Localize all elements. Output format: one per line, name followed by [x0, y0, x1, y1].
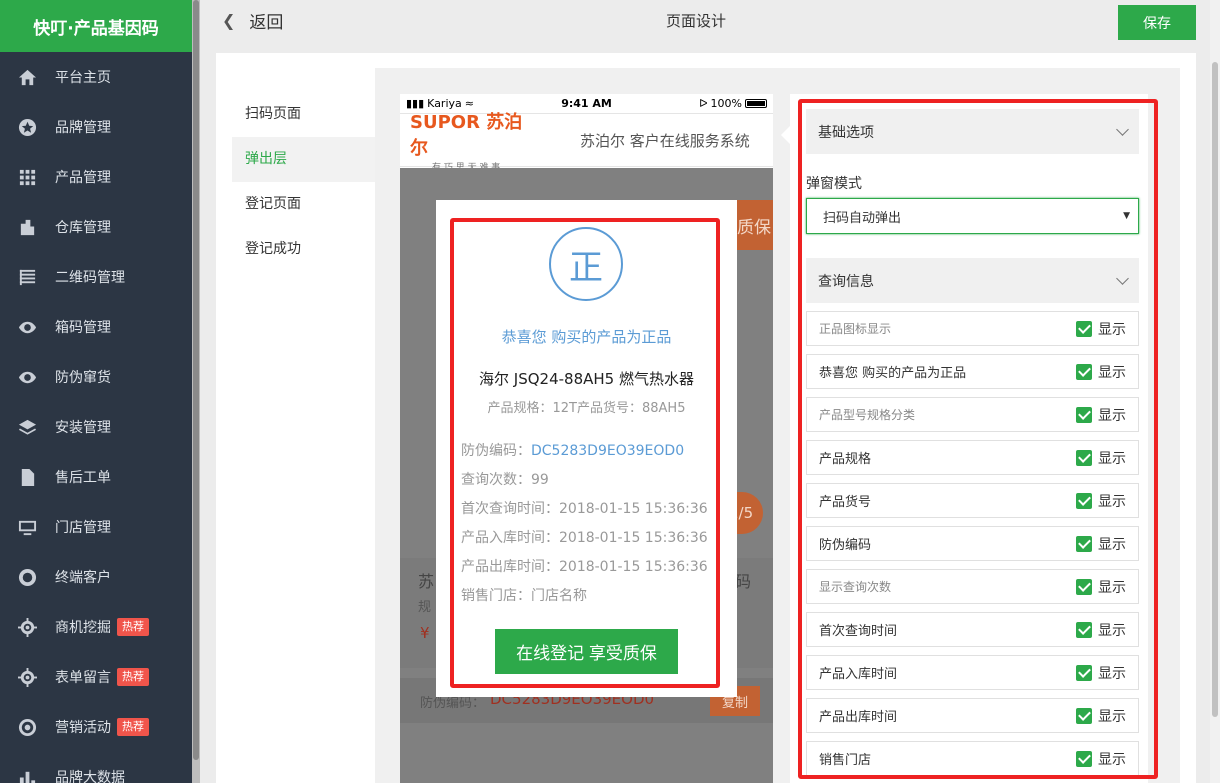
sidebar-item-label: 终端客户	[55, 570, 111, 586]
logo-main: SUPOR 苏泊尔	[410, 111, 523, 159]
document-icon	[17, 467, 37, 487]
brand-logo[interactable]: 快叮·产品基因码	[0, 0, 192, 52]
bg-warranty-button: 质保	[737, 200, 773, 250]
sidebar-item-label: 品牌大数据	[55, 770, 125, 783]
save-button[interactable]: 保存	[1118, 5, 1196, 40]
sidebar-item[interactable]: 安装管理	[0, 402, 192, 452]
battery: ᐅ 100%	[699, 97, 767, 110]
bg-warranty-label: 质保	[737, 217, 771, 238]
panel-highlight-box	[798, 99, 1158, 779]
star-icon	[17, 117, 37, 137]
sidebar-scrollbar-thumb[interactable]	[193, 0, 199, 760]
sidebar-item-label: 售后工单	[55, 470, 111, 486]
sidebar-scrollbar[interactable]	[192, 0, 200, 783]
back-label: 返回	[249, 13, 284, 33]
sidebar-item[interactable]: 售后工单	[0, 452, 192, 502]
globe-icon	[17, 567, 37, 587]
page-title: 页面设计	[666, 12, 727, 30]
subnav-item[interactable]: 登记成功	[232, 227, 375, 272]
bg-card-title: 苏	[418, 572, 435, 591]
subnav-item[interactable]: 扫码页面	[232, 92, 375, 137]
sidebar-item[interactable]: 二维码管理	[0, 252, 192, 302]
page-scrollbar-thumb[interactable]	[1212, 62, 1218, 717]
home-icon	[17, 67, 37, 87]
building-icon	[17, 217, 37, 237]
sidebar-item[interactable]: 营销活动 热荐	[0, 702, 192, 752]
sidebar-item-label: 表单留言	[55, 670, 111, 686]
subnav-item[interactable]: 弹出层	[232, 137, 375, 182]
sidebar-item-label: 平台主页	[55, 70, 111, 86]
sidebar-item-label: 二维码管理	[55, 270, 125, 286]
hot-badge: 热荐	[117, 668, 149, 686]
subnav-item[interactable]: 登记页面	[232, 182, 375, 227]
eye-icon	[17, 317, 37, 337]
sidebar-item[interactable]: 品牌大数据	[0, 752, 192, 783]
sidebar-item-label: 安装管理	[55, 420, 111, 436]
eye-icon	[17, 367, 37, 387]
sidebar-item-label: 仓库管理	[55, 220, 111, 236]
back-button[interactable]: ❮ 返回	[222, 8, 283, 33]
sidebar-item[interactable]: 平台主页	[0, 52, 192, 102]
broadcast-icon	[17, 717, 37, 737]
qrcode-icon	[17, 267, 37, 287]
sidebar-item[interactable]: 表单留言 热荐	[0, 652, 192, 702]
sidebar-item-label: 品牌管理	[55, 120, 111, 136]
sidebar: 快叮·产品基因码 平台主页品牌管理产品管理仓库管理二维码管理箱码管理防伪窜货安装…	[0, 0, 192, 783]
service-title: 苏泊尔 客户在线服务系统	[580, 131, 750, 150]
sidebar-item[interactable]: 防伪窜货	[0, 352, 192, 402]
bg-card-right: 码	[735, 572, 752, 591]
layers-icon	[17, 417, 37, 437]
sidebar-item-label: 箱码管理	[55, 320, 111, 336]
target-icon	[17, 667, 37, 687]
sidebar-item[interactable]: 箱码管理	[0, 302, 192, 352]
battery-icon	[745, 99, 767, 108]
sidebar-nav: 平台主页品牌管理产品管理仓库管理二维码管理箱码管理防伪窜货安装管理售后工单门店管…	[0, 52, 192, 783]
grid-icon	[17, 167, 37, 187]
page-subnav: 扫码页面 弹出层 登记页面 登记成功	[232, 92, 375, 272]
target-icon	[17, 617, 37, 637]
sidebar-item-label: 营销活动	[55, 720, 111, 736]
sidebar-item-label: 商机挖掘	[55, 620, 111, 636]
sidebar-item[interactable]: 门店管理	[0, 502, 192, 552]
sidebar-item[interactable]: 品牌管理	[0, 102, 192, 152]
bluetooth-icon: ᐅ	[699, 97, 708, 110]
bar-chart-icon	[17, 767, 37, 783]
hot-badge: 热荐	[117, 618, 149, 636]
sidebar-item[interactable]: 产品管理	[0, 152, 192, 202]
sidebar-item[interactable]: 商机挖掘 热荐	[0, 602, 192, 652]
panel-pointer	[781, 126, 790, 144]
sidebar-item-label: 门店管理	[55, 520, 111, 536]
phone-header: SUPOR 苏泊尔 有 巧 思 无 难 事 苏泊尔 客户在线服务系统	[400, 112, 773, 173]
chevron-left-icon: ❮	[222, 11, 236, 30]
battery-label: 100%	[710, 97, 742, 110]
monitor-icon	[17, 517, 37, 537]
sidebar-item-label: 防伪窜货	[55, 370, 111, 386]
sidebar-item[interactable]: 终端客户	[0, 552, 192, 602]
phone-time: 9:41 AM	[561, 97, 612, 110]
page-scrollbar[interactable]	[1210, 0, 1220, 783]
supor-logo: SUPOR 苏泊尔 有 巧 思 无 难 事	[410, 108, 540, 173]
bg-card-price: ¥	[420, 624, 430, 642]
sidebar-item-label: 产品管理	[55, 170, 111, 186]
modal-highlight-box	[450, 218, 720, 688]
hot-badge: 热荐	[117, 718, 149, 736]
sidebar-item[interactable]: 仓库管理	[0, 202, 192, 252]
bg-card-sub: 规	[418, 600, 432, 615]
bg-page-badge: 1/5	[729, 492, 763, 534]
